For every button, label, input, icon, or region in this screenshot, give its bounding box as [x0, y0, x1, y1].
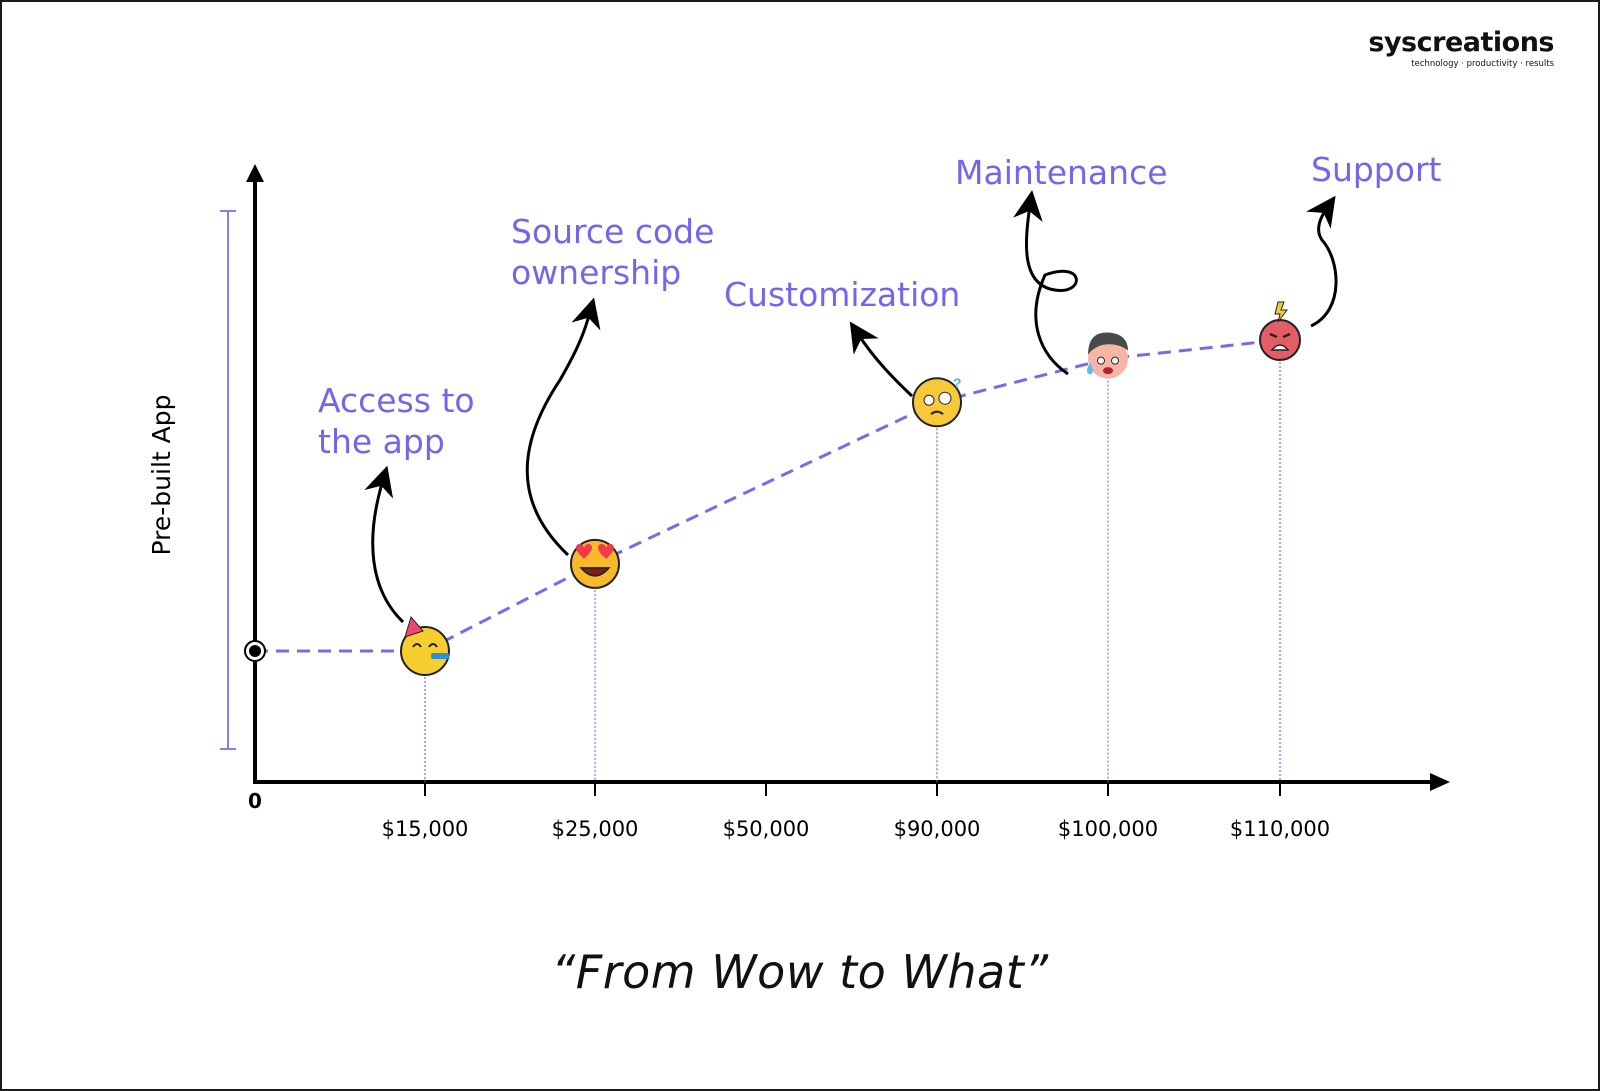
annotation-line: the app — [318, 422, 445, 461]
party-blower — [431, 653, 449, 659]
drop-lines — [424, 358, 1281, 782]
annotation-line: Customization — [724, 275, 960, 314]
confused-face-icon: ? — [912, 375, 962, 428]
emoji-face — [1259, 319, 1301, 361]
eye — [938, 391, 952, 405]
annotation-line: Source code — [511, 212, 714, 251]
party-face-icon — [400, 615, 450, 676]
eye — [1097, 356, 1105, 365]
annotation-arrow — [1013, 190, 1078, 376]
annotation-line: Access to — [318, 381, 475, 420]
x-tick-label: $25,000 — [552, 817, 639, 841]
axes — [246, 164, 1450, 791]
x-tick-label: $110,000 — [1230, 817, 1330, 841]
annotation-label: Maintenance — [955, 153, 1168, 192]
annotation-arrow — [364, 465, 405, 624]
annotation-line: ownership — [511, 253, 681, 292]
angry-face-icon — [1259, 301, 1301, 361]
start-point-marker — [244, 640, 266, 662]
eye — [1111, 356, 1119, 365]
chart-caption: “From Wow to What” — [551, 945, 1049, 999]
annotation-arrow — [1306, 195, 1338, 328]
annotation-label: Customization — [724, 275, 960, 314]
annotation-labels: Access to the app Source code ownership Cust… — [318, 150, 1442, 461]
anxious-sweat-face-icon — [1087, 332, 1128, 379]
annotation-label: Support — [1311, 150, 1442, 189]
x-tick-label: $90,000 — [894, 817, 981, 841]
lightning-bolt — [1274, 301, 1288, 323]
question-mark: ? — [953, 375, 962, 391]
annotation-label: Access to the app — [318, 381, 475, 461]
cost-journey-chart: Pre-built App 0 $15,000 $25,000 $50,000 $90… — [147, 150, 1450, 841]
heart-eyes-icon — [570, 538, 620, 589]
x-tick-label: $50,000 — [723, 817, 810, 841]
y-axis-arrowhead — [246, 164, 264, 182]
annotation-arrow — [849, 321, 914, 398]
annotation-line: Maintenance — [955, 153, 1168, 192]
annotation-label: Source code ownership — [511, 212, 714, 292]
point-markers: ? — [244, 301, 1301, 676]
start-dot — [249, 645, 261, 657]
x-tick-label: $15,000 — [382, 817, 469, 841]
mouth — [1103, 367, 1113, 375]
y-axis-label: Pre-built App — [147, 395, 176, 556]
x-tick-label: $100,000 — [1058, 817, 1158, 841]
x-ticks: $15,000 $25,000 $50,000 $90,000 $100,000 $110… — [382, 782, 1330, 841]
annotation-arrow — [525, 297, 601, 557]
y-range-bracket — [220, 210, 236, 750]
eye — [923, 394, 935, 406]
annotation-line: Support — [1311, 150, 1442, 189]
origin-label: 0 — [248, 789, 262, 813]
x-axis-arrowhead — [1430, 773, 1450, 791]
